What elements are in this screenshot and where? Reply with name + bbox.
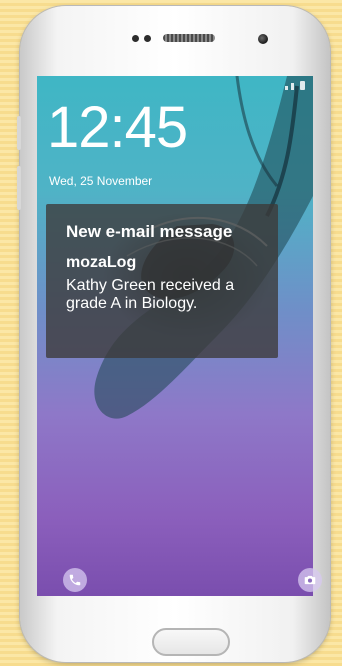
power-button[interactable] [17,166,21,210]
notification-body: Kathy Green received a grade A in Biolog… [66,277,235,312]
home-button[interactable] [152,628,230,656]
phone-icon [69,574,81,586]
camera-icon [304,575,316,585]
status-bar [285,81,305,90]
proximity-sensor [144,35,151,42]
notification-app-name: mozaLog [66,254,137,271]
battery-icon [300,81,305,90]
notification-card[interactable]: New e-mail message mozaLog Kathy Green r… [46,204,278,358]
front-sensor [132,35,139,42]
camera-shortcut-button[interactable] [298,568,322,592]
signal-icon [285,86,288,90]
phone-shortcut[interactable] [63,568,87,592]
volume-button[interactable] [17,116,21,150]
lock-screen-clock: 12:45 [47,95,188,160]
front-camera [258,34,268,44]
signal-icon-bar [291,83,294,90]
notification-title: New e-mail message [66,222,233,241]
lock-screen-date: Wed, 25 November [49,174,153,188]
earpiece-speaker [163,34,215,42]
